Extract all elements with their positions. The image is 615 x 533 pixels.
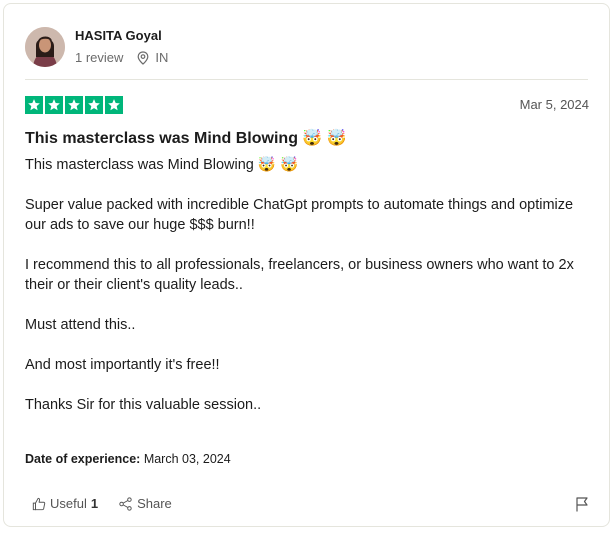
- share-icon: [119, 496, 132, 511]
- star-rating: [25, 96, 125, 114]
- flag-icon: [576, 497, 588, 512]
- header-divider: [25, 79, 588, 80]
- review-card: HASITA Goyal 1 review IN Mar 5, 2024 Thi…: [3, 3, 610, 527]
- review-paragraph: And most importantly it's free!!: [25, 357, 220, 373]
- star-icon: [85, 96, 103, 114]
- star-icon: [45, 96, 63, 114]
- star-icon: [25, 96, 43, 114]
- review-paragraph: This masterclass was Mind Blowing 🤯 🤯: [25, 157, 299, 173]
- country-code: IN: [155, 50, 169, 65]
- review-date: Mar 5, 2024: [519, 97, 589, 112]
- reviewer-location: IN: [137, 50, 168, 66]
- useful-button[interactable]: Useful 1: [32, 496, 98, 511]
- reviewer-info: HASITA Goyal 1 review IN: [75, 28, 168, 66]
- location-pin-icon: [138, 51, 149, 65]
- review-paragraph: Thanks Sir for this valuable session..: [25, 397, 262, 413]
- experience-label: Date of experience:: [25, 452, 141, 466]
- review-title[interactable]: This masterclass was Mind Blowing 🤯 🤯: [25, 128, 347, 150]
- avatar[interactable]: [25, 27, 65, 67]
- thumbs-up-icon: [32, 497, 46, 510]
- review-paragraph: I recommend this to all professionals, f…: [25, 257, 574, 293]
- reviewer-name[interactable]: HASITA Goyal: [75, 28, 168, 44]
- review-actions: Useful 1 Share: [32, 496, 192, 511]
- share-label: Share: [137, 496, 172, 511]
- date-of-experience: Date of experience: March 03, 2024: [25, 451, 231, 467]
- share-button[interactable]: Share: [118, 496, 172, 511]
- star-icon: [105, 96, 123, 114]
- experience-date: March 03, 2024: [143, 452, 231, 466]
- reviewer-meta: 1 review IN: [75, 50, 168, 66]
- review-paragraph: Must attend this..: [25, 317, 136, 333]
- review-body: This masterclass was Mind Blowing 🤯 🤯 Su…: [25, 155, 595, 435]
- reviewer-header: HASITA Goyal 1 review IN: [25, 27, 168, 67]
- useful-label: Useful: [50, 496, 87, 511]
- review-paragraph: Super value packed with incredible ChatG…: [25, 197, 574, 233]
- report-flag-button[interactable]: [575, 496, 589, 517]
- useful-count: 1: [90, 496, 99, 511]
- star-icon: [65, 96, 83, 114]
- review-count: 1 review: [75, 50, 124, 65]
